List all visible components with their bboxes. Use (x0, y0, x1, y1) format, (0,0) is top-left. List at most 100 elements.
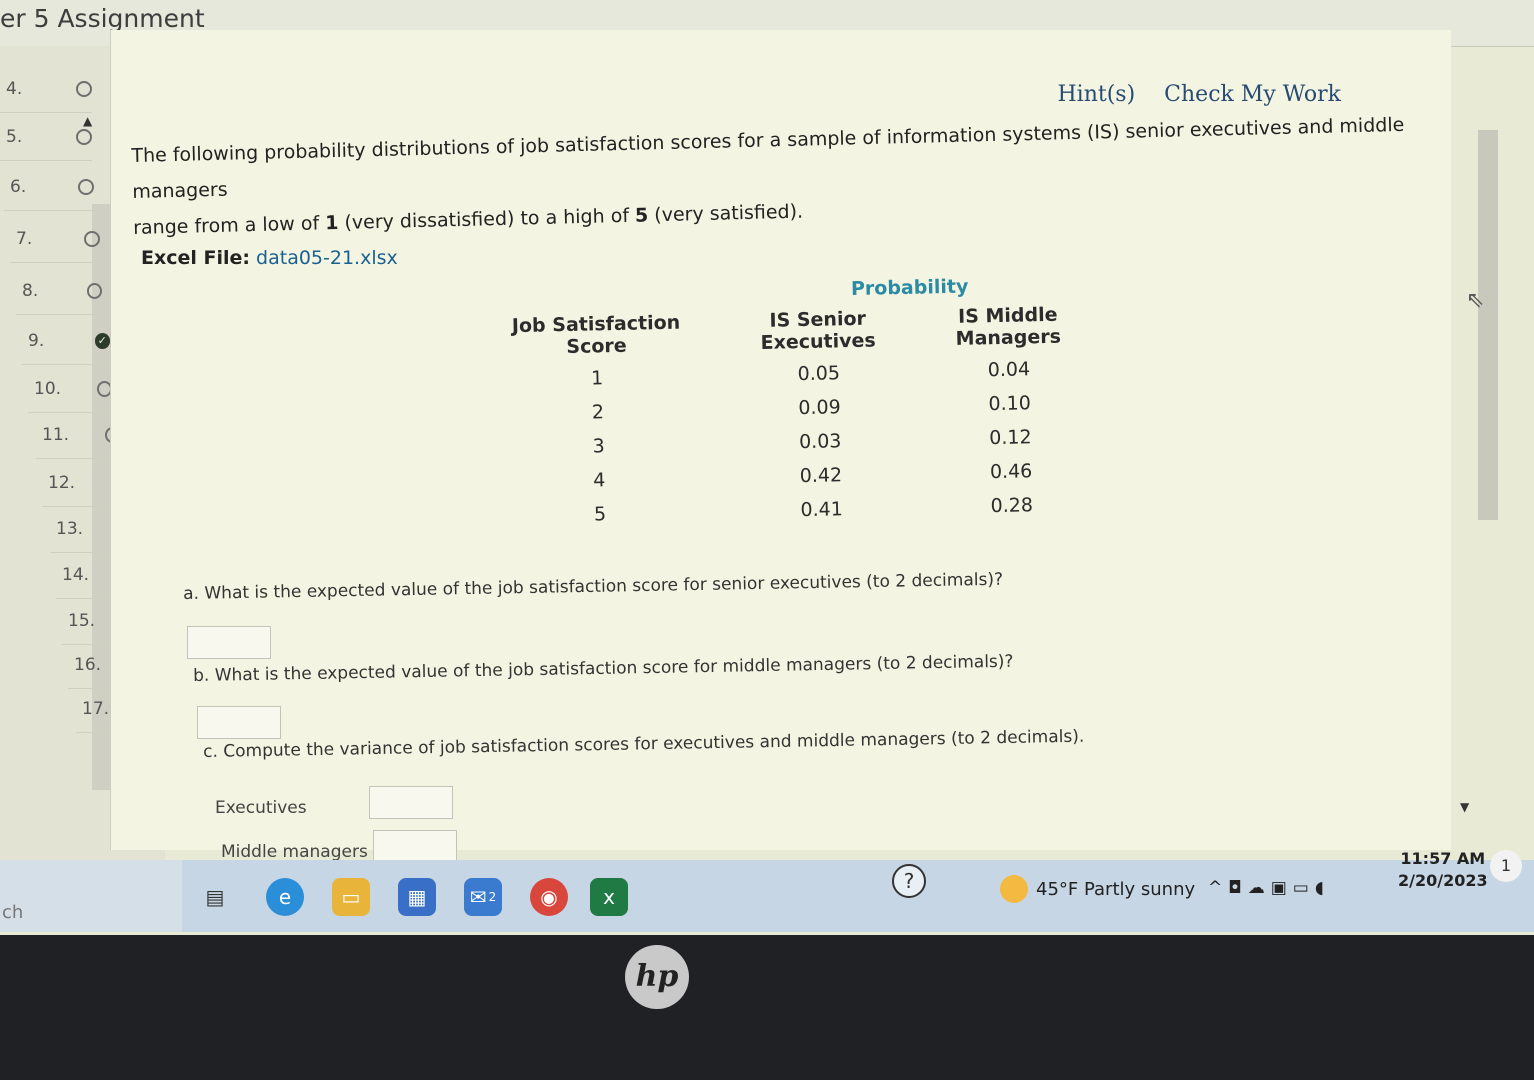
senior-cell: 0.42 (799, 464, 843, 488)
cloud-icon[interactable]: ☁ (1248, 878, 1271, 898)
question-number: 11. (42, 425, 70, 445)
question-number: 4. (6, 79, 23, 99)
taskbar-clock[interactable]: 11:57 AM 2/20/2023 (1398, 848, 1488, 892)
col-header-middle: IS Middle Managers (915, 299, 1101, 355)
middle-cell: 0.12 (988, 426, 1032, 450)
hp-logo: hp (625, 945, 689, 1009)
score-cell: 5 (593, 503, 607, 526)
question-c: c. Compute the variance of job satisfact… (203, 726, 1085, 762)
senior-cell: 0.03 (798, 430, 842, 454)
middle-cell: 0.28 (990, 494, 1034, 518)
variance-middle-input[interactable] (373, 830, 457, 863)
col-header-middle-line1: IS Middle (957, 303, 1058, 328)
probability-table: Probability Job Satisfaction Score IS Sen… (471, 269, 1105, 534)
sidebar-item-q10[interactable]: 10. (28, 366, 112, 413)
senior-cell: 0.05 (797, 362, 841, 386)
laptop-bezel (0, 935, 1534, 1080)
battery-icon[interactable]: ▭ (1293, 878, 1315, 898)
middle-cell: 0.04 (987, 358, 1031, 382)
variance-executives-input[interactable] (369, 786, 453, 819)
clock-time: 11:57 AM (1400, 849, 1486, 868)
intro-low-value: 1 (324, 211, 339, 235)
question-a: a. What is the expected value of the job… (183, 569, 1004, 604)
sidebar-item-q4[interactable]: 4. (0, 66, 92, 113)
score-cell: 1 (590, 367, 604, 390)
notification-icon[interactable]: 1 (1490, 850, 1522, 882)
senior-cell: 0.41 (800, 498, 844, 522)
scroll-down-icon[interactable]: ▼ (1460, 800, 1469, 814)
status-empty-icon (84, 231, 100, 247)
question-number: 12. (48, 473, 76, 493)
intro-text-b: (very dissatisfied) to a high of (338, 204, 636, 234)
col-header-senior-line2: Executives (760, 329, 876, 354)
middle-managers-label: Middle managers (221, 842, 368, 862)
executives-label: Executives (215, 798, 307, 818)
excel-file-link[interactable]: data05-21.xlsx (256, 247, 398, 269)
task-view-icon[interactable]: ▤ (196, 878, 234, 916)
excel-icon[interactable]: x (590, 878, 628, 916)
score-cell: 3 (592, 435, 605, 458)
status-empty-icon (76, 129, 92, 145)
mail-icon[interactable]: ✉ 2 (464, 878, 502, 916)
score-cell: 2 (591, 401, 605, 424)
status-empty-icon (78, 179, 94, 195)
mouse-cursor-icon: ⇖ (1466, 288, 1485, 313)
chrome-icon[interactable]: ◉ (530, 878, 568, 916)
intro-text-a: range from a low of (132, 212, 326, 239)
header-links: Hint(s) Check My Work (1035, 82, 1341, 107)
answer-a-input[interactable] (187, 626, 271, 659)
question-number: 13. (56, 519, 84, 539)
question-number: 6. (10, 177, 27, 197)
question-number: 8. (22, 281, 39, 301)
problem-intro: The following probability distributions … (131, 106, 1433, 246)
intro-high-value: 5 (634, 204, 649, 227)
col-header-score-line1: Job Satisfaction (511, 311, 681, 338)
col-header-score: Job Satisfaction Score (472, 307, 721, 364)
taskbar-search[interactable]: ch (0, 860, 182, 932)
app-title: er 5 Assignment (0, 4, 205, 33)
hints-link[interactable]: Hint(s) (1057, 82, 1135, 107)
question-content: Hint(s) Check My Work The following prob… (110, 30, 1451, 863)
col-header-score-line2: Score (566, 334, 627, 359)
display-icon[interactable]: ▣ (1271, 878, 1293, 898)
check-circle-icon: ✓ (94, 333, 110, 349)
senior-cell: 0.09 (798, 396, 841, 420)
excel-file-line: Excel File: data05-21.xlsx (141, 247, 398, 269)
file-explorer-icon[interactable]: ▭ (332, 878, 370, 916)
content-scrollbar[interactable] (1478, 130, 1498, 520)
sidebar-item-q5[interactable]: 5. (0, 114, 92, 161)
screen: er 5 Assignment ▲ 4. 5. 6. 7. 8. 9. ✓ 10… (0, 0, 1534, 935)
volume-icon[interactable]: ◖ (1315, 878, 1330, 898)
middle-cell: 0.10 (988, 392, 1032, 416)
answer-b-input[interactable] (197, 706, 281, 739)
meet-icon[interactable]: ◘ (1228, 878, 1247, 898)
store-icon[interactable]: ▦ (398, 878, 436, 916)
weather-widget[interactable]: 45°F Partly sunny (1000, 860, 1195, 918)
question-number: 7. (16, 229, 33, 249)
partly-sunny-icon (1000, 875, 1028, 903)
check-my-work-link[interactable]: Check My Work (1164, 82, 1341, 107)
intro-text-c: (very satisfied). (647, 200, 804, 227)
edge-browser-icon[interactable]: e (266, 878, 304, 916)
col-header-middle-line2: Managers (955, 325, 1062, 350)
question-number: 9. (28, 331, 45, 351)
taskbar: ch ▤ e ▭ ▦ ✉ 2 ◉ x ? 45°F Partly sunny ^◘… (0, 849, 1534, 932)
excel-file-label: Excel File: (141, 247, 250, 269)
chevron-up-icon[interactable]: ^ (1208, 878, 1228, 898)
question-b: b. What is the expected value of the job… (193, 651, 1014, 686)
sidebar-item-q6[interactable]: 6. (4, 164, 94, 211)
score-cell: 4 (593, 469, 606, 492)
system-tray[interactable]: ^◘☁▣▭◖ (1208, 878, 1330, 898)
sidebar-item-q7[interactable]: 7. (10, 216, 100, 263)
question-number: 5. (6, 127, 23, 147)
status-empty-icon (86, 283, 102, 299)
sidebar-item-q11[interactable]: 11. (36, 412, 120, 459)
sidebar-item-q8[interactable]: 8. (16, 268, 102, 315)
sidebar-item-q9[interactable]: 9. ✓ (22, 318, 110, 365)
status-empty-icon (76, 81, 92, 97)
help-icon[interactable]: ? (892, 864, 926, 898)
question-number: 10. (34, 379, 62, 399)
middle-cell: 0.46 (989, 460, 1033, 484)
mail-badge: 2 (488, 890, 497, 904)
col-header-senior: IS Senior Executives (720, 303, 916, 359)
